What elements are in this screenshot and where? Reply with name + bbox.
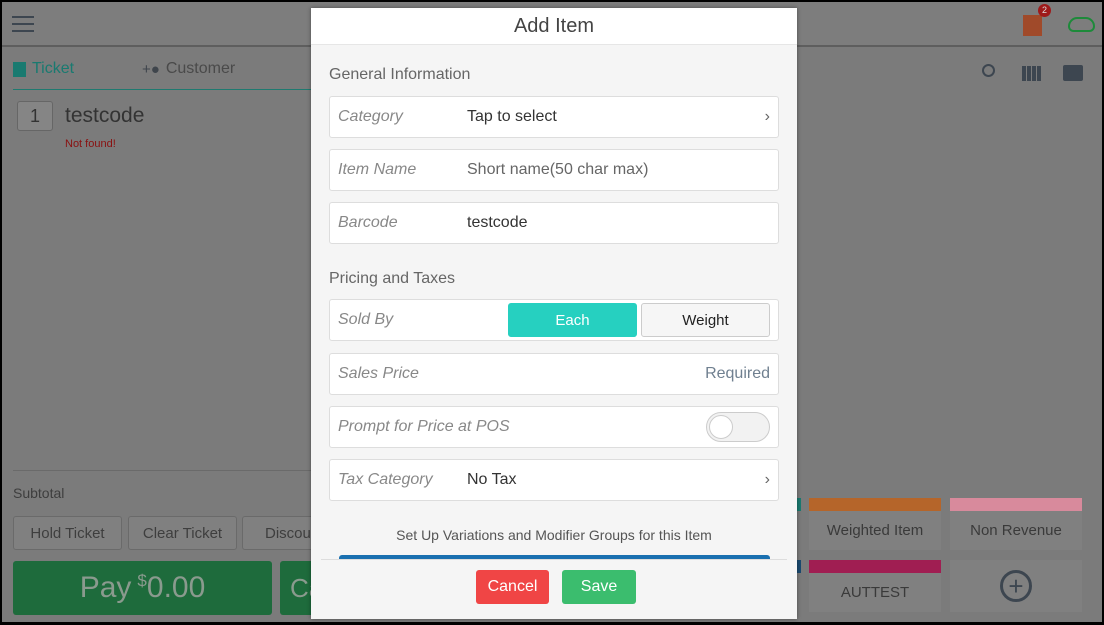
item-name-field[interactable]: Item Name Short name(50 char max): [329, 149, 779, 191]
item-error: Not found!: [65, 138, 116, 150]
sold-by-field: Sold By Each Weight: [329, 299, 779, 341]
sales-price-field[interactable]: Sales Price Required: [329, 353, 779, 395]
notification-badge: 2: [1038, 4, 1051, 17]
tile-weighted-item[interactable]: Weighted Item: [809, 498, 941, 550]
tile-auttest[interactable]: AUTTEST: [809, 560, 941, 612]
item-name: testcode: [65, 104, 145, 127]
clear-ticket-button[interactable]: Clear Ticket: [128, 516, 237, 550]
divider: [13, 470, 313, 471]
subtotal-label: Subtotal: [13, 485, 65, 501]
footer-divider: [321, 559, 787, 560]
add-person-icon: +●: [142, 60, 160, 78]
camera-icon[interactable]: [1063, 65, 1083, 81]
pay-button[interactable]: Pay $0.00: [13, 561, 272, 615]
ticket-item[interactable]: 1 testcode: [17, 101, 144, 131]
plus-circle-icon: +: [1000, 570, 1032, 602]
menu-icon[interactable]: [12, 16, 34, 32]
tickets-icon[interactable]: [1023, 15, 1042, 36]
sold-by-weight[interactable]: Weight: [641, 303, 770, 337]
tile-edge: [797, 560, 801, 573]
tile-non-revenue[interactable]: Non Revenue: [950, 498, 1082, 550]
item-qty: 1: [17, 101, 53, 131]
pos-screen: 2 Ticket +● Customer 1 testcode Not found…: [2, 2, 1102, 622]
prompt-price-field: Prompt for Price at POS: [329, 406, 779, 448]
tab-ticket[interactable]: Ticket: [13, 60, 74, 78]
tax-category-field[interactable]: Tax Category No Tax ›: [329, 459, 779, 501]
add-item-dialog: Add Item General Information Category Tap…: [311, 8, 797, 619]
barcode-field[interactable]: Barcode testcode: [329, 202, 779, 244]
sold-by-each[interactable]: Each: [508, 303, 637, 337]
chevron-right-icon: ›: [764, 471, 770, 488]
hold-ticket-button[interactable]: Hold Ticket: [13, 516, 122, 550]
prompt-price-toggle[interactable]: [706, 412, 770, 442]
general-info-header: General Information: [329, 66, 471, 83]
tile-edge: [797, 498, 801, 511]
variations-link[interactable]: Set Up Variations and Modifier Groups fo…: [311, 527, 797, 543]
category-field[interactable]: Category Tap to select ›: [329, 96, 779, 138]
add-tile-button[interactable]: +: [950, 560, 1082, 612]
barcode-icon[interactable]: [1022, 66, 1041, 81]
tab-underline: [13, 89, 313, 90]
dialog-title: Add Item: [311, 8, 797, 45]
cloud-icon[interactable]: [1068, 17, 1095, 32]
pricing-header: Pricing and Taxes: [329, 270, 455, 287]
save-button[interactable]: Save: [562, 570, 636, 604]
chevron-right-icon: ›: [764, 108, 770, 125]
tab-customer[interactable]: +● Customer: [142, 60, 235, 78]
ticket-icon: [13, 61, 26, 77]
search-icon[interactable]: [982, 64, 995, 77]
cancel-button[interactable]: Cancel: [476, 570, 549, 604]
